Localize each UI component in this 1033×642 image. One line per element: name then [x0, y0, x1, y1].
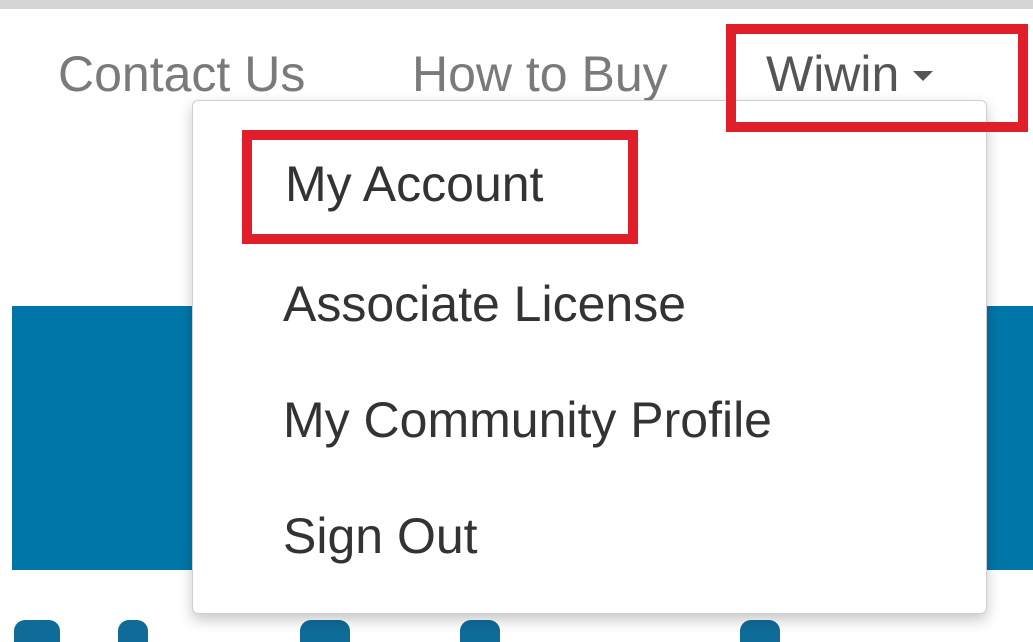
menu-item-associate-license[interactable]: Associate License	[283, 269, 686, 339]
heading-fragment-glyph	[460, 620, 500, 642]
top-border	[0, 0, 1033, 12]
menu-item-my-account[interactable]: My Account	[285, 149, 543, 219]
user-name: Wiwin	[766, 46, 900, 102]
page: Contact Us How to Buy Wiwin My Account A…	[0, 0, 1033, 642]
heading-fragment-glyph	[14, 620, 60, 642]
user-dropdown-menu: My Account Associate License My Communit…	[192, 100, 987, 614]
heading-fragment-glyph	[300, 620, 350, 642]
menu-item-sign-out[interactable]: Sign Out	[283, 501, 478, 571]
caret-down-icon	[913, 70, 934, 81]
heading-fragment-glyph	[118, 620, 148, 642]
heading-fragment-glyph	[740, 620, 780, 642]
heading-fragment	[0, 610, 1033, 642]
menu-item-community-profile[interactable]: My Community Profile	[283, 385, 772, 455]
